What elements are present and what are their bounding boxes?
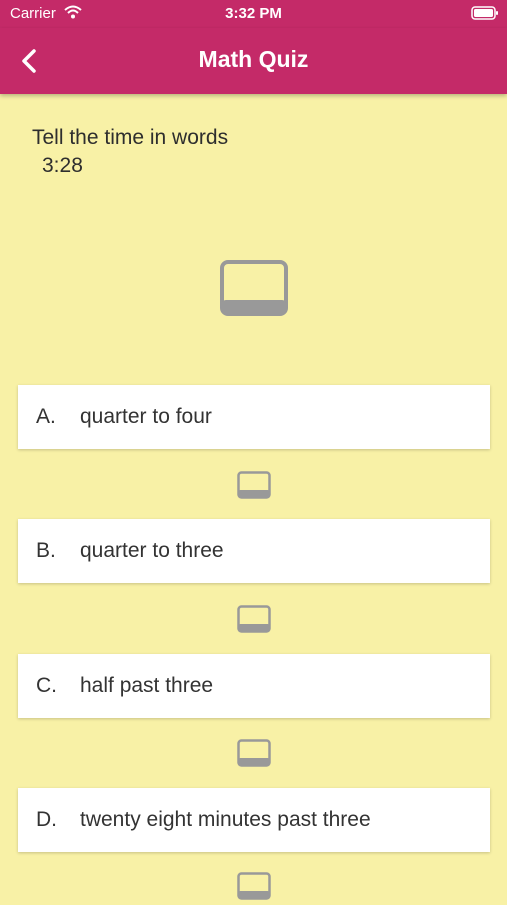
image-placeholder-icon [237,872,271,905]
image-placeholder-icon [237,739,271,772]
option-a[interactable]: A. quarter to four [18,385,490,449]
image-placeholder-icon [237,605,271,638]
question-prompt: Tell the time in words [32,126,229,149]
option-letter: C. [36,674,57,697]
option-text: quarter to three [80,539,224,562]
option-text: half past three [80,674,214,697]
nav-bar: Math Quiz [0,28,507,94]
option-b[interactable]: B. quarter to three [18,519,490,583]
option-text: quarter to four [80,405,212,428]
status-time: 3:32 PM [225,5,282,22]
battery-icon [471,6,499,24]
option-d[interactable]: D. twenty eight minutes past three [18,788,490,852]
option-letter: A. [36,405,56,428]
page-title: Math Quiz [198,46,309,72]
option-c[interactable]: C. half past three [18,654,490,718]
status-bar: Carrier 3:32 PM [0,0,507,28]
question-value: 3:28 [42,154,83,177]
option-text: twenty eight minutes past three [80,808,371,831]
option-letter: B. [36,539,56,562]
option-letter: D. [36,808,57,831]
image-placeholder-icon [237,471,271,504]
question-block: Tell the time in words 3:28 [32,124,228,180]
image-placeholder-icon [220,260,288,321]
